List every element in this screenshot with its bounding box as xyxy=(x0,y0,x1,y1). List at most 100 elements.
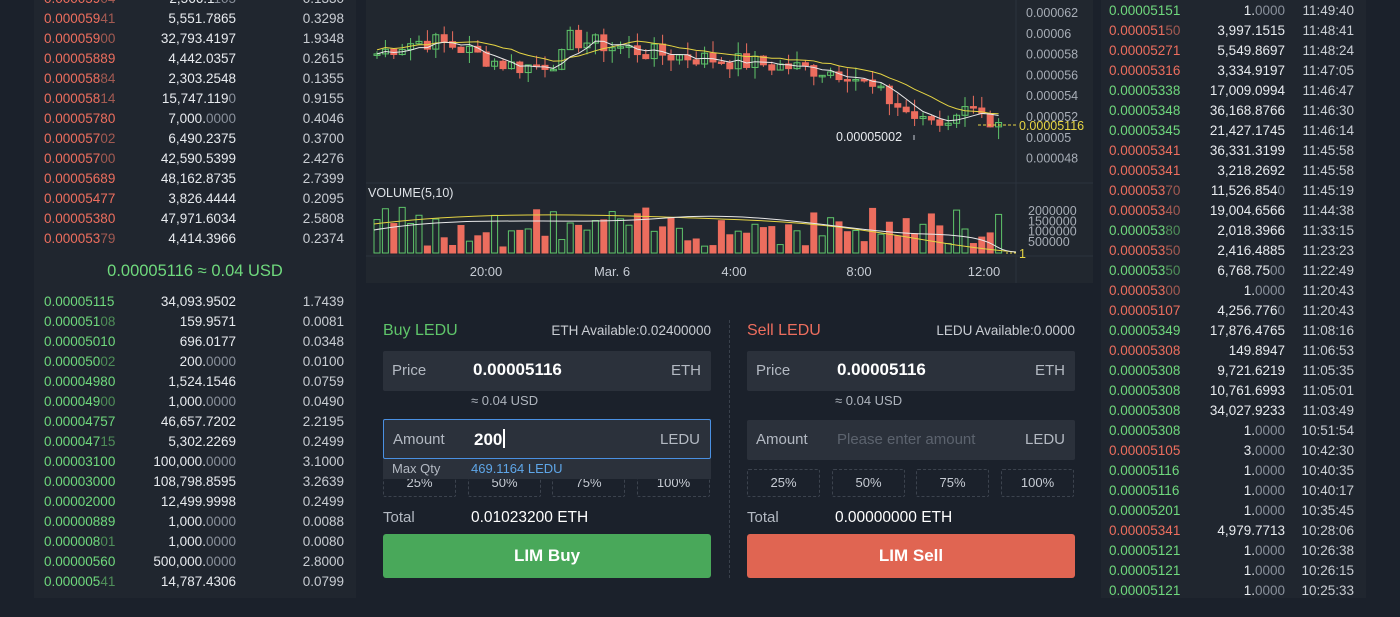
ask-row[interactable]: 0.00005904 2,566.1105 0.1330 xyxy=(34,0,356,9)
bid-row[interactable]: 0.00003100 100,000.0000 3.1000 xyxy=(34,452,356,472)
ask-row[interactable]: 0.00005941 5,551.7865 0.3298 xyxy=(34,9,356,29)
order-total: 3.2639 xyxy=(302,474,344,489)
bid-row[interactable]: 0.00000541 14,787.4306 0.0799 xyxy=(34,572,356,592)
ask-row[interactable]: 0.00005900 32,793.4197 1.9348 xyxy=(34,29,356,49)
bid-row[interactable]: 0.00004757 46,657.7202 2.2195 xyxy=(34,412,356,432)
volume-bar xyxy=(398,206,406,254)
history-price: 0.00005308 xyxy=(1109,401,1180,421)
buy-amount-field[interactable]: Amount 200 LEDU xyxy=(383,419,711,459)
history-price: 0.00005271 xyxy=(1109,41,1180,61)
history-row: 0.00005308 1.0000 10:51:54 xyxy=(1101,421,1366,441)
bid-row[interactable]: 0.00005115 34,093.9502 1.7439 xyxy=(34,292,356,312)
sell-price-field[interactable]: Price 0.00005116 ETH xyxy=(747,351,1075,391)
sell-amount-field[interactable]: Amount Please enter amount LEDU xyxy=(747,420,1075,460)
ask-row[interactable]: 0.00005814 15,747.1190 0.9155 xyxy=(34,89,356,109)
buy-price-field[interactable]: Price 0.00005116 ETH xyxy=(383,351,711,391)
sell-percent-row: 25% 50% 75% 100% xyxy=(747,469,1075,497)
bid-row[interactable]: 0.00002000 12,499.9998 0.2499 xyxy=(34,492,356,512)
ask-row[interactable]: 0.00005889 4,442.0357 0.2615 xyxy=(34,49,356,69)
volume-bar xyxy=(566,222,574,254)
bid-row[interactable]: 0.00000889 1,000.0000 0.0088 xyxy=(34,512,356,532)
candlestick-chart[interactable]: 0.000062 0.00006 0.000058 0.000056 0.000054 0… xyxy=(366,0,1093,283)
history-row: 0.00005308 149.8947 11:06:53 xyxy=(1101,341,1366,361)
time-axis-tick: Mar. 6 xyxy=(594,264,630,279)
order-price: 0.00005108 xyxy=(44,312,115,332)
order-amount: 15,747.1190 xyxy=(162,89,236,109)
ask-row[interactable]: 0.00005702 6,490.2375 0.3700 xyxy=(34,129,356,149)
buy-amount-value: 200 xyxy=(474,430,503,449)
volume-bar xyxy=(457,225,465,254)
sell-pct-50-button[interactable]: 50% xyxy=(832,469,905,497)
order-price-tail: 08 xyxy=(100,314,116,329)
ask-row[interactable]: 0.00005884 2,303.2548 0.1355 xyxy=(34,69,356,89)
chart-canvas[interactable]: 0.000062 0.00006 0.000058 0.000056 0.000054 0… xyxy=(366,0,1093,283)
history-amount-main: 1. xyxy=(1243,463,1255,478)
history-row: 0.00005341 4,979.7713 10:28:06 xyxy=(1101,521,1366,541)
history-price-tail: 80 xyxy=(1165,223,1181,238)
history-price: 0.00005349 xyxy=(1109,321,1180,341)
history-price-main: 0.00005349 xyxy=(1109,323,1181,338)
volume-bar xyxy=(533,209,541,254)
history-amount-main: 4,979.7713 xyxy=(1217,523,1285,538)
max-qty-label: Max Qty xyxy=(392,461,441,476)
volume-bar xyxy=(734,230,742,254)
candle-down xyxy=(659,43,667,56)
volume-axis-tick: 500000 xyxy=(1028,235,1070,249)
sell-pct-25-button[interactable]: 25% xyxy=(747,469,820,497)
order-total: 0.1355 xyxy=(302,71,344,86)
history-amount-main: 17,876.4765 xyxy=(1209,323,1285,338)
candle-down xyxy=(894,103,902,108)
order-total: 0.0100 xyxy=(302,354,344,369)
ask-row[interactable]: 0.00005380 47,971.6034 2.5808 xyxy=(34,209,356,229)
bid-row[interactable]: 0.00004900 1,000.0000 0.0490 xyxy=(34,392,356,412)
order-total: 0.0759 xyxy=(302,374,344,389)
sell-pct-100-button[interactable]: 100% xyxy=(1001,469,1074,497)
order-amount-main: 159.9571 xyxy=(179,314,236,329)
lim-buy-button[interactable]: LIM Buy xyxy=(383,534,711,578)
volume-bar xyxy=(692,238,700,254)
history-amount: 11,526.8540 xyxy=(1211,181,1285,201)
sell-price-value[interactable]: 0.00005116 xyxy=(837,360,926,380)
buy-amount-input[interactable]: 200 xyxy=(474,429,505,450)
buy-price-value[interactable]: 0.00005116 xyxy=(473,360,562,380)
current-price-tag: 0.00005116 xyxy=(1019,119,1084,133)
history-time: 11:45:58 xyxy=(1302,163,1354,178)
ask-row[interactable]: 0.00005477 3,826.4444 0.2095 xyxy=(34,189,356,209)
bid-row[interactable]: 0.00005010 696.0177 0.0348 xyxy=(34,332,356,352)
order-amount-main: 3,826.4444 xyxy=(168,191,236,206)
ask-row[interactable]: 0.00005689 48,162.8735 2.7399 xyxy=(34,169,356,189)
history-time: 11:20:43 xyxy=(1302,283,1354,298)
buy-amount-label: Amount xyxy=(393,431,445,448)
history-amount-main: 36,331.3199 xyxy=(1209,143,1285,158)
candle-down xyxy=(482,51,490,67)
history-amount: 1.0000 xyxy=(1244,281,1285,301)
order-amount: 200.0000 xyxy=(180,352,236,372)
bid-row[interactable]: 0.00004715 5,302.2269 0.2499 xyxy=(34,432,356,452)
order-amount-main: 4,442.0357 xyxy=(168,51,236,66)
bid-row[interactable]: 0.00004980 1,524.1546 0.0759 xyxy=(34,372,356,392)
ask-row[interactable]: 0.00005700 42,590.5399 2.4276 xyxy=(34,149,356,169)
order-price: 0.00000889 xyxy=(44,512,115,532)
ask-row[interactable]: 0.00005379 4,414.3966 0.2374 xyxy=(34,229,356,249)
price-axis-tick: 0.000048 xyxy=(1026,152,1078,166)
sell-pct-75-button[interactable]: 75% xyxy=(916,469,989,497)
sell-amount-input[interactable]: Please enter amount xyxy=(837,431,975,448)
sell-total-value: 0.00000000 ETH xyxy=(835,509,953,526)
history-amount-tail: 0000 xyxy=(1254,503,1285,518)
history-price-tail: 40 xyxy=(1165,203,1181,218)
history-amount: 36,331.3199 xyxy=(1210,141,1285,161)
bid-row[interactable]: 0.00003000 108,798.8595 3.2639 xyxy=(34,472,356,492)
order-amount-tail: 0000 xyxy=(205,554,236,569)
order-price: 0.00005115 xyxy=(44,292,114,312)
bid-row[interactable]: 0.00005108 159.9571 0.0081 xyxy=(34,312,356,332)
order-price: 0.00005477 xyxy=(44,189,115,209)
history-time: 10:26:38 xyxy=(1301,543,1354,558)
ask-row[interactable]: 0.00005780 7,000.0000 0.4046 xyxy=(34,109,356,129)
history-amount-tail: 0000 xyxy=(1254,283,1285,298)
bid-row[interactable]: 0.00000560 500,000.0000 2.8000 xyxy=(34,552,356,572)
order-amount-main: 5,302.2269 xyxy=(168,434,236,449)
order-amount-main: 200. xyxy=(179,354,206,369)
bid-row[interactable]: 0.00000801 1,000.0000 0.0080 xyxy=(34,532,356,552)
lim-sell-button[interactable]: LIM Sell xyxy=(747,534,1075,578)
bid-row[interactable]: 0.00005002 200.0000 0.0100 xyxy=(34,352,356,372)
